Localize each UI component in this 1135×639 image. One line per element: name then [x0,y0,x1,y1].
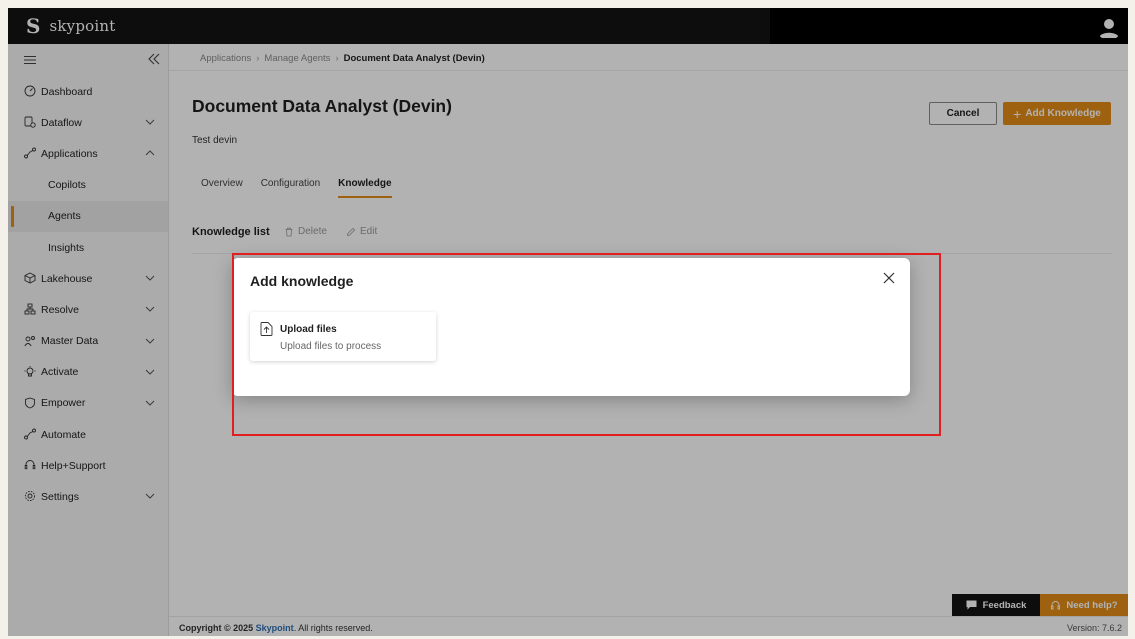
upload-files-description: Upload files to process [280,341,382,352]
close-icon [883,272,895,284]
add-knowledge-dialog: Add knowledge Upload files Upload files … [232,258,910,396]
close-button[interactable] [882,271,896,285]
app-window: S skypoint Dashboard Dataflow Applications… [8,8,1128,636]
upload-files-option[interactable]: Upload files Upload files to process [250,312,436,361]
upload-files-title: Upload files [280,324,337,335]
dialog-title: Add knowledge [250,273,354,289]
upload-icon [260,322,273,336]
